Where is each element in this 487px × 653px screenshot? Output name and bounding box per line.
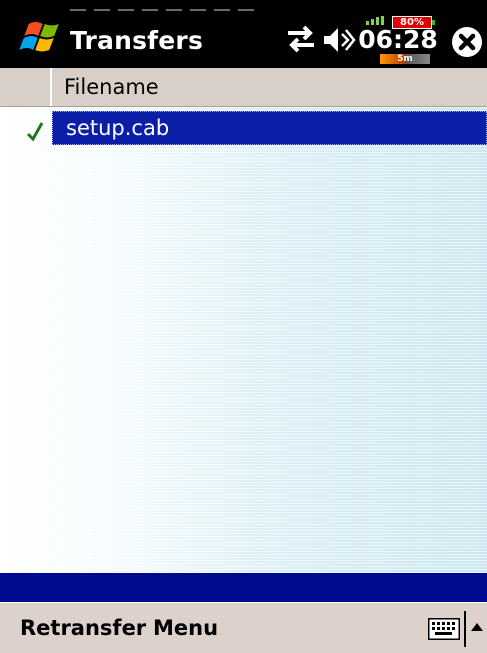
clock: 06:28: [358, 25, 438, 54]
timer-badge: 5m: [380, 54, 430, 64]
close-icon[interactable]: [452, 27, 482, 57]
retransfer-button[interactable]: Retransfer: [20, 603, 146, 653]
transfer-list[interactable]: setup.cab: [0, 107, 487, 573]
window-title: Transfers: [70, 26, 204, 55]
sip-divider: [464, 611, 466, 647]
menu-button[interactable]: Menu: [153, 603, 218, 653]
title-dash-decoration: [70, 9, 260, 13]
keyboard-icon[interactable]: [428, 618, 460, 640]
windows-start-icon[interactable]: [18, 18, 62, 58]
signal-icon: [366, 16, 384, 25]
title-bar: Transfers 80% 06:28 5m: [0, 0, 487, 68]
status-strip: [0, 573, 487, 602]
list-item[interactable]: setup.cab: [0, 111, 487, 147]
speaker-icon[interactable]: [322, 24, 356, 56]
header-filename[interactable]: Filename: [64, 68, 159, 106]
status-cluster[interactable]: 80% 06:28 5m: [358, 12, 438, 66]
check-icon: [26, 122, 44, 142]
sip-arrow-up-icon[interactable]: [471, 622, 483, 632]
command-bar: Retransfer Menu: [0, 602, 487, 653]
list-header: Filename: [0, 68, 487, 107]
row-filename: setup.cab: [66, 116, 170, 140]
connectivity-icon[interactable]: [282, 24, 320, 54]
header-status-column[interactable]: [0, 68, 52, 106]
